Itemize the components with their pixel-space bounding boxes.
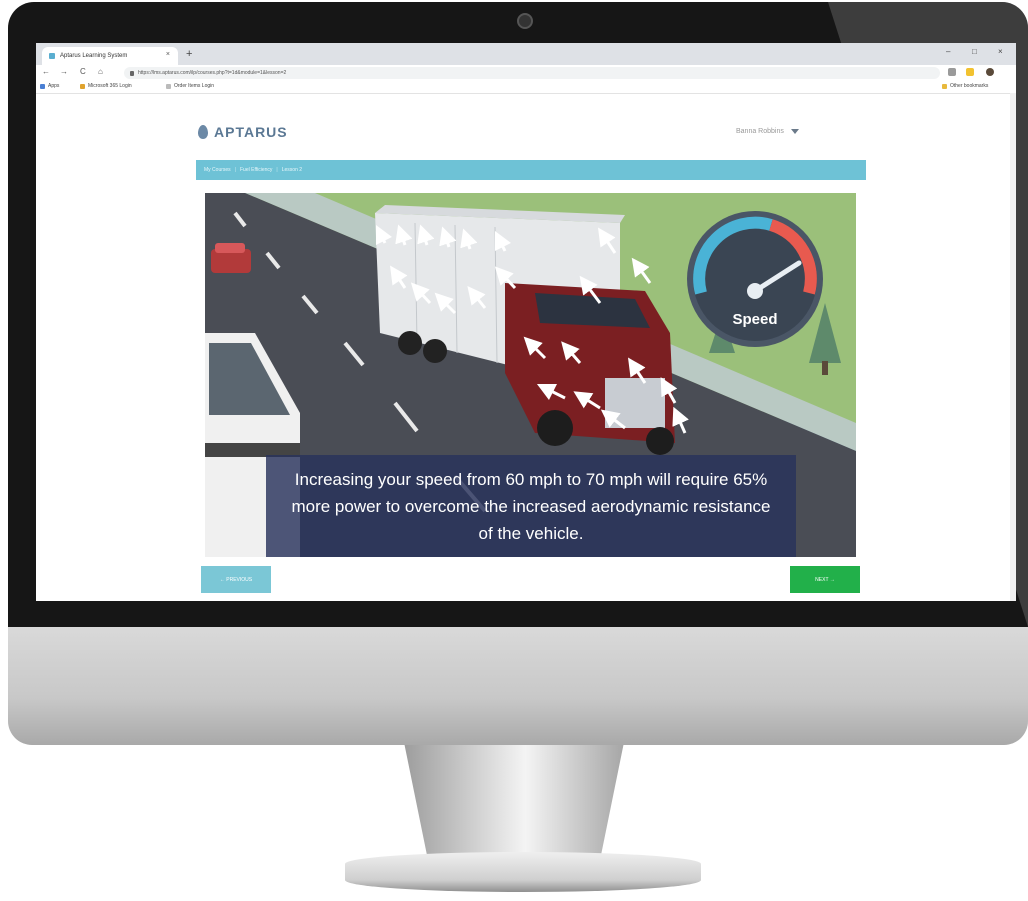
folder-icon xyxy=(942,83,947,89)
address-toolbar: ← → C ⌂ https://lms.aptarus.com/ilp/cour… xyxy=(36,65,1016,81)
close-window-button[interactable]: × xyxy=(998,47,1003,56)
url-text: https://lms.aptarus.com/ilp/courses.php?… xyxy=(138,70,287,76)
bookmarks-bar: Apps Microsoft 365 Login Order Items Log… xyxy=(36,81,1016,94)
speed-gauge-label: Speed xyxy=(732,311,778,328)
maximize-button[interactable]: □ xyxy=(972,47,977,56)
webcam-icon xyxy=(517,13,533,29)
bookmark-apps[interactable]: Apps xyxy=(40,83,59,89)
minimize-button[interactable]: – xyxy=(946,47,950,56)
bookmark-label: Microsoft 365 Login xyxy=(88,83,132,89)
home-button[interactable]: ⌂ xyxy=(98,67,103,76)
browser-window: Aptarus Learning System × + – □ × ← → C … xyxy=(36,43,1016,601)
breadcrumb-lesson: Lesson 2 xyxy=(281,167,303,173)
aptarus-favicon-icon xyxy=(49,53,55,59)
breadcrumb-my-courses[interactable]: My Courses xyxy=(204,167,231,173)
apps-grid-icon xyxy=(40,83,45,89)
profile-avatar[interactable] xyxy=(986,68,994,76)
bookmark-label: Apps xyxy=(48,83,60,89)
page-scrollbar[interactable] xyxy=(1010,93,1016,601)
droplet-logo-icon xyxy=(198,125,208,139)
bookmark-microsoft[interactable]: Microsoft 365 Login xyxy=(80,83,132,89)
bookmark-label: Order Items Login xyxy=(174,83,215,89)
breadcrumb-course[interactable]: Fuel Efficiency xyxy=(240,167,272,173)
previous-button[interactable]: ← PREVIOUS xyxy=(201,566,271,593)
bookmark-order-items[interactable]: Order Items Login xyxy=(166,83,214,89)
other-bookmarks[interactable]: Other bookmarks xyxy=(942,83,988,89)
logo-text: APTARUS xyxy=(214,124,288,140)
extension-icon[interactable] xyxy=(966,68,974,76)
close-tab-icon[interactable]: × xyxy=(166,51,170,58)
monitor-chin xyxy=(8,627,1028,745)
new-tab-button[interactable]: + xyxy=(186,48,192,60)
tab-title: Aptarus Learning System xyxy=(60,53,128,59)
other-bookmarks-label: Other bookmarks xyxy=(950,83,989,89)
page-icon xyxy=(166,83,171,89)
tab-strip: Aptarus Learning System × + – □ × xyxy=(36,43,1016,65)
microsoft-icon xyxy=(80,83,85,89)
browser-tab[interactable]: Aptarus Learning System × xyxy=(42,47,178,65)
lesson-slide: Speed Increasing your speed from 60 mph … xyxy=(205,193,856,557)
aptarus-logo[interactable]: APTARUS xyxy=(198,124,288,140)
breadcrumb-separator: | xyxy=(234,167,236,173)
star-icon[interactable] xyxy=(948,68,956,76)
chevron-down-icon xyxy=(790,129,799,134)
lock-icon xyxy=(130,70,134,76)
user-menu[interactable]: Banna Robbins xyxy=(736,128,799,135)
reload-button[interactable]: C xyxy=(80,67,86,76)
monitor-stand-neck xyxy=(404,745,624,857)
user-name: Banna Robbins xyxy=(736,128,784,135)
breadcrumb: My Courses | Fuel Efficiency | Lesson 2 xyxy=(196,160,866,180)
back-button[interactable]: ← xyxy=(42,67,50,76)
slide-caption: Increasing your speed from 60 mph to 70 … xyxy=(266,455,796,557)
forward-button[interactable]: → xyxy=(60,67,68,76)
address-bar[interactable]: https://lms.aptarus.com/ilp/courses.php?… xyxy=(124,67,940,79)
monitor-stand-base xyxy=(345,852,701,892)
breadcrumb-separator: | xyxy=(276,167,278,173)
next-button[interactable]: NEXT → xyxy=(790,566,860,593)
